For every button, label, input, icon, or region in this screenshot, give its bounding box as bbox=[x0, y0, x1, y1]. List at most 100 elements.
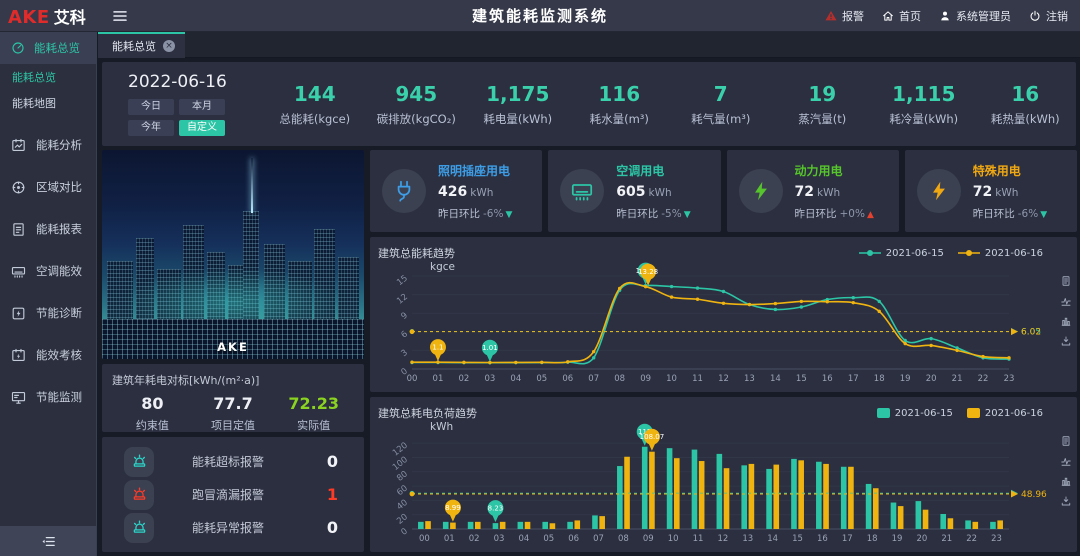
stat-label: 耗电量(kWh) bbox=[467, 111, 569, 127]
sidebar-item-label: 能耗分析 bbox=[36, 137, 82, 153]
svg-text:14: 14 bbox=[767, 534, 778, 544]
card-body: 动力用电 72kWh 昨日环比+0%▲ bbox=[795, 162, 874, 221]
diagnosis-icon bbox=[10, 305, 27, 322]
card-dynamic-power[interactable]: 动力用电 72kWh 昨日环比+0%▲ bbox=[727, 150, 899, 232]
stat-heat: 16耗热量(kWh) bbox=[975, 82, 1077, 127]
sidebar-item-energy-monitoring[interactable]: 节能监测 bbox=[0, 376, 96, 418]
sidebar-subitem-energy-map[interactable]: 能耗地图 bbox=[0, 90, 96, 116]
legend-line-marker bbox=[859, 249, 881, 257]
bar-chart: 0204060801001200001020304050607080910111… bbox=[378, 434, 1069, 546]
tab-energy-overview[interactable]: 能耗总览 × bbox=[98, 32, 185, 58]
range-today-button[interactable]: 今日 bbox=[128, 99, 174, 115]
sidebar: 能耗总览 能耗总览 能耗地图 能耗分析 区域对比 能耗报表 空调能效 bbox=[0, 32, 97, 556]
sidebar-subitem-energy-overview[interactable]: 能耗总览 bbox=[0, 64, 96, 90]
home-button[interactable]: 首页 bbox=[881, 8, 921, 24]
benchmark-title: 建筑年耗电对标[kWh/(m²·a)] bbox=[112, 372, 354, 388]
card-value-row: 605kWh bbox=[616, 184, 690, 200]
stat-cooling: 1,115耗冷量(kWh) bbox=[873, 82, 975, 127]
hvac-icon bbox=[10, 263, 27, 280]
sidebar-collapse-button[interactable] bbox=[0, 526, 96, 556]
alarm-label: 报警 bbox=[842, 8, 864, 24]
alarm-row-abnormal[interactable]: 能耗异常报警 0 bbox=[102, 513, 364, 543]
sidebar-item-energy-analysis[interactable]: 能耗分析 bbox=[0, 124, 96, 166]
alarm-badge bbox=[124, 480, 154, 510]
svg-text:10: 10 bbox=[668, 534, 679, 544]
report-icon bbox=[10, 221, 27, 238]
data-view-icon[interactable] bbox=[1060, 275, 1072, 287]
card-hvac-power[interactable]: 空调用电 605kWh 昨日环比-5%▼ bbox=[548, 150, 720, 232]
card-value: 72 bbox=[795, 184, 814, 200]
date-block: 2022-06-16 今日 本月 今年 自定义 bbox=[102, 72, 254, 136]
logout-button[interactable]: 注销 bbox=[1028, 8, 1068, 24]
body-row: AKE 建筑年耗电对标[kWh/(m²·a)] 80约束值 77.7项目定值 7… bbox=[102, 150, 1076, 552]
svg-text:13: 13 bbox=[744, 374, 755, 384]
trend-arrow-icon: ▼ bbox=[684, 210, 691, 220]
range-year-button[interactable]: 今年 bbox=[128, 120, 174, 136]
chart-legend: 2021-06-15 2021-06-16 bbox=[877, 408, 1069, 419]
range-buttons: 今日 本月 今年 自定义 bbox=[128, 99, 254, 136]
svg-text:14: 14 bbox=[770, 374, 781, 384]
bar-toggle-icon[interactable] bbox=[1060, 475, 1072, 487]
benchmark-value: 72.23 bbox=[273, 394, 354, 413]
assessment-icon bbox=[10, 347, 27, 364]
brand-logo[interactable]: AKE 艾科 bbox=[0, 4, 97, 28]
benchmark-label: 约束值 bbox=[112, 417, 193, 433]
range-month-button[interactable]: 本月 bbox=[179, 99, 225, 115]
chart-toolbox bbox=[1060, 275, 1072, 347]
svg-text:02: 02 bbox=[458, 374, 469, 384]
right-column: 照明插座用电 426kWh 昨日环比-6%▼ 空调用电 605kWh 昨日环比-… bbox=[370, 150, 1077, 552]
svg-text:21: 21 bbox=[952, 374, 963, 384]
svg-text:15: 15 bbox=[395, 273, 410, 288]
svg-text:06: 06 bbox=[568, 534, 579, 544]
card-lighting-sockets[interactable]: 照明插座用电 426kWh 昨日环比-6%▼ bbox=[370, 150, 542, 232]
svg-text:19: 19 bbox=[892, 534, 903, 544]
menu-toggle-icon[interactable] bbox=[111, 7, 129, 25]
card-body: 特殊用电 72kWh 昨日环比-6%▼ bbox=[973, 162, 1047, 221]
legend-item[interactable]: 2021-06-15 bbox=[859, 248, 944, 259]
stat-electricity: 1,175耗电量(kWh) bbox=[467, 82, 569, 127]
user-label: 系统管理员 bbox=[956, 8, 1011, 24]
date-display: 2022-06-16 bbox=[128, 72, 254, 92]
sidebar-item-hvac-efficiency[interactable]: 空调能效 bbox=[0, 250, 96, 292]
tower-spire bbox=[251, 158, 253, 212]
card-icon-circle bbox=[739, 169, 783, 213]
download-icon[interactable] bbox=[1060, 335, 1072, 347]
alarm-row-over-limit[interactable]: 能耗超标报警 0 bbox=[102, 447, 364, 477]
legend-item[interactable]: 2021-06-16 bbox=[967, 408, 1043, 419]
alarm-button[interactable]: 报警 bbox=[824, 8, 864, 24]
legend-item[interactable]: 2021-06-15 bbox=[877, 408, 953, 419]
alarm-label: 能耗异常报警 bbox=[192, 519, 264, 536]
legend-label: 2021-06-15 bbox=[895, 408, 953, 419]
download-icon[interactable] bbox=[1060, 495, 1072, 507]
legend-item[interactable]: 2021-06-16 bbox=[958, 248, 1043, 259]
sidebar-item-region-compare[interactable]: 区域对比 bbox=[0, 166, 96, 208]
stat-label: 耗热量(kWh) bbox=[975, 111, 1077, 127]
svg-text:6: 6 bbox=[399, 329, 409, 340]
line-toggle-icon[interactable] bbox=[1060, 295, 1072, 307]
benchmark-label: 项目定值 bbox=[193, 417, 274, 433]
legend-label: 2021-06-16 bbox=[985, 248, 1043, 259]
chart-toolbox bbox=[1060, 435, 1072, 507]
change-value: -6% bbox=[483, 208, 503, 220]
sidebar-item-energy-diagnosis[interactable]: 节能诊断 bbox=[0, 292, 96, 334]
legend-square-marker bbox=[877, 408, 890, 418]
user-menu[interactable]: 系统管理员 bbox=[938, 8, 1011, 24]
tab-close-icon[interactable]: × bbox=[163, 40, 175, 52]
app-title: 建筑能耗监测系统 bbox=[472, 5, 608, 26]
data-view-icon[interactable] bbox=[1060, 435, 1072, 447]
sidebar-item-energy-report[interactable]: 能耗报表 bbox=[0, 208, 96, 250]
sidebar-item-efficiency-assessment[interactable]: 能效考核 bbox=[0, 334, 96, 376]
sidebar-item-energy-overview-group[interactable]: 能耗总览 bbox=[0, 32, 96, 64]
line-toggle-icon[interactable] bbox=[1060, 455, 1072, 467]
card-unit: kWh bbox=[648, 187, 671, 199]
bar-toggle-icon[interactable] bbox=[1060, 315, 1072, 327]
alarm-row-leakage[interactable]: 跑冒滴漏报警 1 bbox=[102, 480, 364, 510]
svg-text:07: 07 bbox=[588, 374, 599, 384]
svg-text:11: 11 bbox=[693, 534, 704, 544]
compare-icon bbox=[10, 179, 27, 196]
stat-value: 7 bbox=[670, 82, 772, 106]
card-special-power[interactable]: 特殊用电 72kWh 昨日环比-6%▼ bbox=[905, 150, 1077, 232]
range-custom-button[interactable]: 自定义 bbox=[179, 120, 225, 136]
svg-text:01: 01 bbox=[433, 374, 444, 384]
svg-text:11: 11 bbox=[692, 374, 703, 384]
